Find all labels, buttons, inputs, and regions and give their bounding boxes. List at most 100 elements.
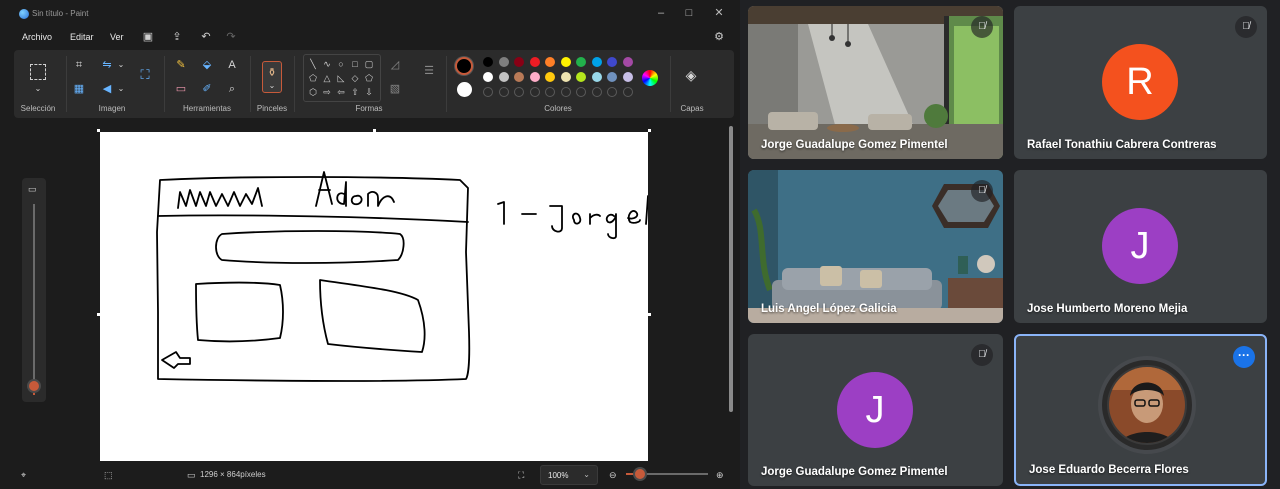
participant-tile[interactable]: 🎙̸ Luis Angel López Galicia <box>748 170 1003 323</box>
settings-gear-icon[interactable]: ⚙ <box>712 30 726 44</box>
canvas-resize-handle[interactable] <box>648 129 651 132</box>
color-swatch[interactable] <box>483 57 493 67</box>
resize-icon[interactable]: ⇋ <box>100 58 114 72</box>
custom-color-slot[interactable] <box>607 87 617 97</box>
color-swatch[interactable] <box>622 57 633 67</box>
color-swatch[interactable] <box>529 72 540 82</box>
color-swatch[interactable] <box>560 72 571 82</box>
remove-background-icon[interactable]: ▦ <box>72 82 86 96</box>
zoom-out-icon[interactable]: ⊖ <box>609 470 617 481</box>
menu-editar[interactable]: Editar <box>70 32 94 42</box>
share-icon[interactable]: ⇪ <box>170 30 184 44</box>
horizontal-zoom-slider[interactable] <box>626 469 708 479</box>
custom-color-slot[interactable] <box>576 87 586 97</box>
participant-tile[interactable]: R 🎙̸ Rafael Tonathiu Cabrera Contreras <box>1014 6 1267 159</box>
color-swatch[interactable] <box>607 57 617 67</box>
color-swatch[interactable] <box>607 72 617 82</box>
color-swatch[interactable] <box>560 57 571 67</box>
vertical-zoom-slider[interactable]: ▭ <box>22 178 46 402</box>
curve-shape-icon[interactable]: ∿ <box>322 59 332 69</box>
color-swatch[interactable] <box>514 57 524 67</box>
oval-shape-icon[interactable]: ○ <box>336 59 346 69</box>
triangle-shape-icon[interactable]: △ <box>322 73 332 83</box>
primary-color-swatch[interactable] <box>455 57 473 75</box>
shapes-gallery[interactable]: ╲ ∿ ○ □ ▢ ⬠ △ ◺ ◇ ⬠ ⬡ ⇨ ⇦ ⇧ ⇩ <box>303 54 381 102</box>
outline-icon[interactable]: ◿ <box>388 58 402 72</box>
arrow-down-shape-icon[interactable]: ⇩ <box>364 87 374 97</box>
select-rectangle-icon[interactable] <box>30 64 46 80</box>
undo-icon[interactable]: ↶ <box>199 30 213 44</box>
color-swatch[interactable] <box>498 57 509 67</box>
color-swatch[interactable] <box>591 72 602 82</box>
arrow-right-shape-icon[interactable]: ⇨ <box>322 87 332 97</box>
color-swatch[interactable] <box>483 72 493 82</box>
hexagon-shape-icon[interactable]: ⬡ <box>308 87 318 97</box>
menu-ver[interactable]: Ver <box>110 32 124 42</box>
custom-color-slot[interactable] <box>545 87 555 97</box>
participant-tile[interactable]: J 🎙̸ Jorge Guadalupe Gomez Pimentel <box>748 334 1003 486</box>
zoom-level-dropdown[interactable]: 100% ⌄ <box>540 465 598 485</box>
chevron-down-icon[interactable]: ⌄ <box>114 82 128 96</box>
right-triangle-shape-icon[interactable]: ◺ <box>336 73 346 83</box>
fit-to-window-icon[interactable]: ⛶ <box>518 470 524 481</box>
chevron-down-icon[interactable]: ⌄ <box>31 82 45 96</box>
custom-color-slot[interactable] <box>529 87 540 97</box>
custom-color-slot[interactable] <box>560 87 571 97</box>
rectangle-shape-icon[interactable]: □ <box>350 59 360 69</box>
image-select-icon[interactable]: ⛶ <box>138 68 152 82</box>
secondary-color-swatch[interactable] <box>457 82 472 97</box>
magnifier-icon[interactable]: ⌕ <box>225 82 239 96</box>
vertical-scrollbar[interactable] <box>729 126 733 412</box>
color-picker-icon[interactable]: ✐ <box>200 82 214 96</box>
color-swatch[interactable] <box>498 72 509 82</box>
participant-tile[interactable]: 🎙̸ Jorge Guadalupe Gomez Pimentel <box>748 6 1003 159</box>
slider-knob[interactable] <box>29 381 39 391</box>
text-icon[interactable]: A <box>225 58 239 72</box>
line-shape-icon[interactable]: ╲ <box>308 59 318 69</box>
pencil-icon[interactable]: ✎ <box>174 58 188 72</box>
diamond-shape-icon[interactable]: ◇ <box>350 73 360 83</box>
canvas-resize-handle[interactable] <box>373 129 376 132</box>
stroke-size-icon[interactable]: ☰ <box>422 64 436 78</box>
color-swatch[interactable] <box>545 72 555 82</box>
minimize-icon[interactable]: – <box>654 5 668 21</box>
redo-icon[interactable]: ↷ <box>224 30 238 44</box>
participant-tile-active[interactable]: ··· Jose Eduardo Becerra Flores <box>1014 334 1267 486</box>
color-swatch[interactable] <box>576 72 586 82</box>
arrow-left-shape-icon[interactable]: ⇦ <box>336 87 346 97</box>
layers-icon[interactable]: ◈ <box>684 68 698 82</box>
participant-tile[interactable]: J Jose Humberto Moreno Mejia <box>1014 170 1267 323</box>
color-swatch[interactable] <box>576 57 586 67</box>
pentagon-shape-icon[interactable]: ⬠ <box>364 73 374 83</box>
rotate-icon[interactable]: ◀ <box>100 82 114 96</box>
fill-style-icon[interactable]: ▧ <box>388 82 402 96</box>
crop-icon[interactable]: ⌗ <box>72 58 86 72</box>
chevron-down-icon[interactable]: ⌄ <box>114 58 128 72</box>
canvas-resize-handle[interactable] <box>97 129 100 132</box>
polygon-shape-icon[interactable]: ⬠ <box>308 73 318 83</box>
drawing-canvas[interactable] <box>100 132 649 461</box>
custom-color-slot[interactable] <box>514 87 524 97</box>
canvas-resize-handle[interactable] <box>648 313 651 316</box>
rounded-rectangle-shape-icon[interactable]: ▢ <box>364 59 374 69</box>
color-swatch[interactable] <box>545 57 555 67</box>
fill-bucket-icon[interactable]: ⬙ <box>200 58 214 72</box>
color-swatch[interactable] <box>622 72 633 82</box>
slider-knob[interactable] <box>635 469 645 479</box>
edit-colors-icon[interactable] <box>642 70 658 86</box>
zoom-in-icon[interactable]: ⊕ <box>716 470 724 481</box>
close-icon[interactable]: ✕ <box>712 5 726 21</box>
menu-archivo[interactable]: Archivo <box>22 32 52 42</box>
arrow-up-shape-icon[interactable]: ⇧ <box>350 87 360 97</box>
color-swatch[interactable] <box>529 57 540 67</box>
eraser-icon[interactable]: ▭ <box>174 82 188 96</box>
save-icon[interactable]: ▣ <box>141 30 155 44</box>
custom-color-slot[interactable] <box>483 87 493 97</box>
maximize-icon[interactable]: □ <box>682 5 696 21</box>
color-swatch[interactable] <box>514 72 524 82</box>
color-swatch[interactable] <box>591 57 602 67</box>
custom-color-slot[interactable] <box>622 87 633 97</box>
custom-color-slot[interactable] <box>498 87 509 97</box>
canvas-resize-handle[interactable] <box>97 313 100 316</box>
custom-color-slot[interactable] <box>591 87 602 97</box>
